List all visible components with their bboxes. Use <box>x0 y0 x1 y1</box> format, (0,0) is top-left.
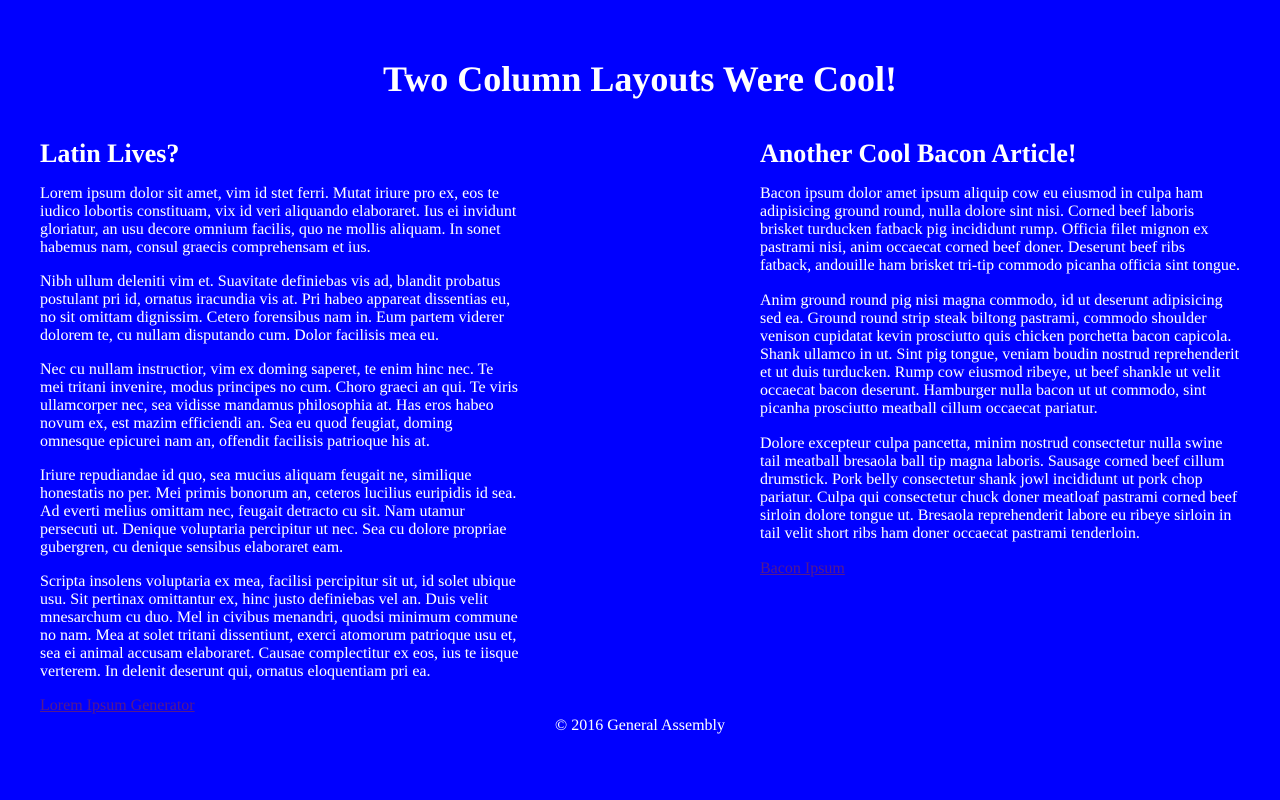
right-article-paragraph: Anim ground round pig nisi magna commodo… <box>760 292 1240 417</box>
left-article-paragraph: Iriure repudiandae id quo, sea mucius al… <box>40 467 517 556</box>
left-article-heading: Latin Lives? <box>40 139 180 168</box>
right-article-paragraph: Bacon ipsum dolor amet ipsum aliquip cow… <box>760 185 1241 274</box>
page-title: Two Column Layouts Were Cool! <box>382 59 898 99</box>
footer-copyright: © 2016 General Assembly <box>555 717 725 734</box>
left-article-paragraph: Nibh ullum deleniti vim et. Suavitate de… <box>40 273 511 344</box>
left-article: Latin Lives? Lorem ipsum dolor sit amet,… <box>40 139 520 715</box>
right-article: Another Cool Bacon Article! Bacon ipsum … <box>760 139 1240 578</box>
left-article-paragraph: Nec cu nullam instructior, vim ex doming… <box>40 361 519 450</box>
lorem-ipsum-generator-link[interactable]: Lorem Ipsum Generator <box>40 697 520 715</box>
right-article-heading: Another Cool Bacon Article! <box>760 139 1077 168</box>
left-article-paragraph: Scripta insolens voluptaria ex mea, faci… <box>40 573 519 680</box>
left-article-paragraph: Lorem ipsum dolor sit amet, vim id stet … <box>40 185 517 256</box>
page: Two Column Layouts Were Cool! Latin Live… <box>0 0 1280 800</box>
right-article-paragraph: Dolore excepteur culpa pancetta, minim n… <box>760 435 1238 542</box>
bacon-ipsum-link[interactable]: Bacon Ipsum <box>760 560 1240 578</box>
